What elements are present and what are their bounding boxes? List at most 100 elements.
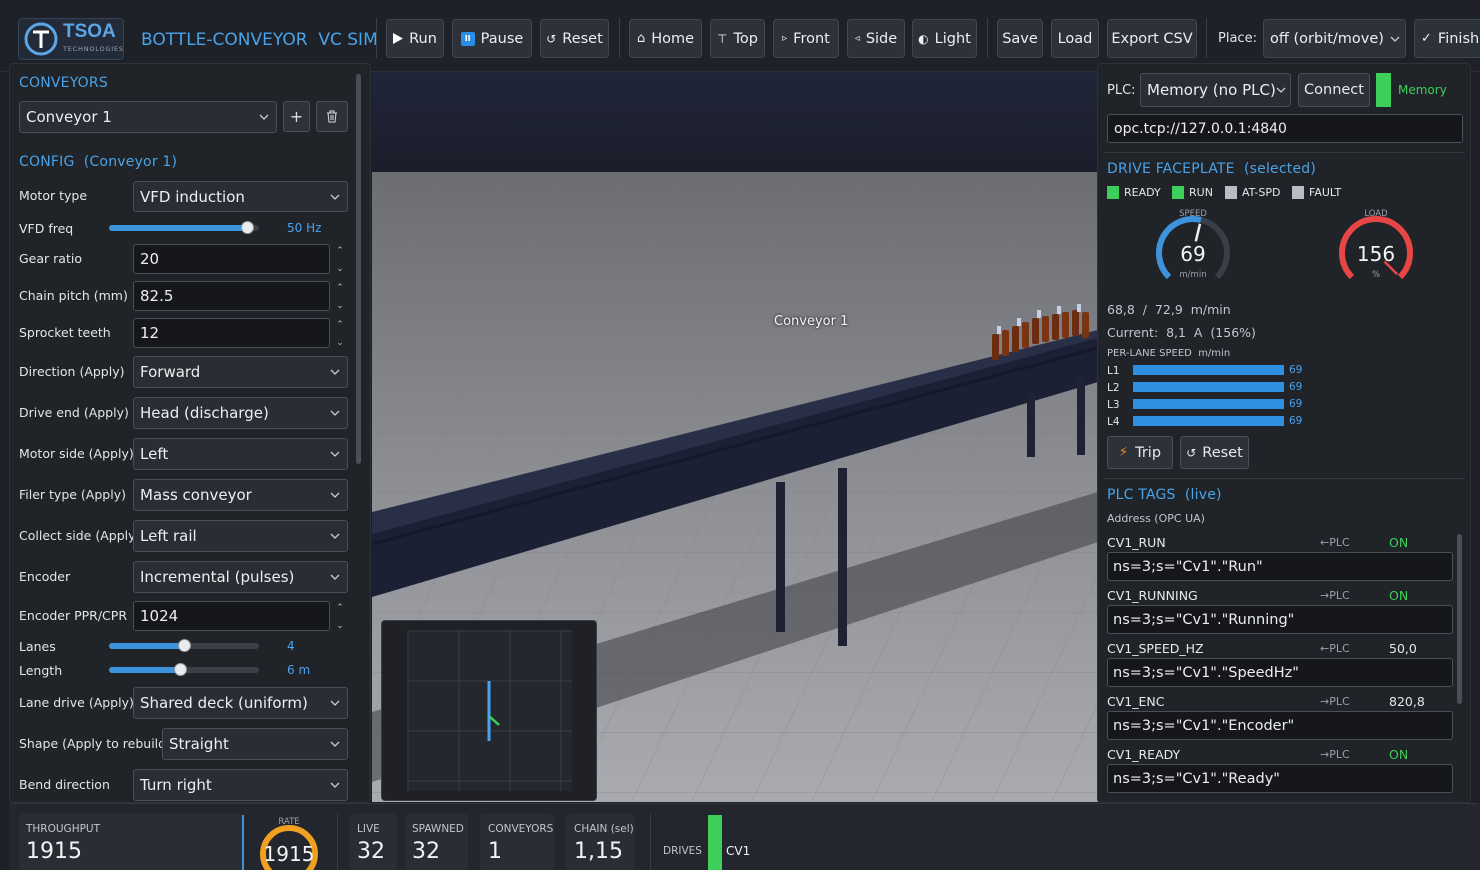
lane-drive-select[interactable]: Shared deck (uniform) [133, 687, 348, 719]
direction-label: Direction (Apply) [19, 364, 125, 379]
motor-type-select[interactable]: VFD induction [133, 181, 348, 212]
chevron-down-icon [329, 407, 341, 419]
gear-ratio-stepper[interactable]: ⌃ ⌄ [333, 246, 347, 274]
lane-3-label: L3 [1107, 399, 1120, 411]
chevron-down-icon [329, 366, 341, 378]
tag-address-input[interactable]: ns=3;s="Cv1"."Encoder" [1107, 711, 1453, 740]
tag-address-input[interactable]: ns=3;s="Cv1"."Run" [1107, 552, 1453, 581]
direction-select[interactable]: Forward [133, 356, 348, 388]
conveyor-3d-label: Conveyor 1 [774, 314, 849, 329]
drive-reset-button[interactable]: ↺ Reset [1180, 436, 1249, 469]
plc-mode-select[interactable]: Memory (no PLC) [1140, 73, 1291, 107]
plc-status-text: Memory [1398, 83, 1447, 97]
drive-status-indicator [708, 815, 722, 870]
throughput-marker [242, 815, 244, 870]
save-button[interactable]: Save [997, 19, 1043, 58]
endpoint-input[interactable]: opc.tcp://127.0.0.1:4840 [1107, 114, 1463, 143]
export-csv-button[interactable]: Export CSV [1107, 19, 1197, 58]
vfd-freq-fill [109, 225, 247, 231]
drive-name[interactable]: CV1 [726, 844, 750, 858]
length-thumb[interactable] [173, 663, 187, 676]
encoder-select[interactable]: Incremental (pulses) [133, 561, 348, 593]
vfd-freq-thumb[interactable] [241, 221, 254, 234]
delete-conveyor-button[interactable] [316, 101, 348, 132]
conveyors-label: CONVEYORS [488, 823, 554, 835]
conveyor-leg [1077, 377, 1085, 455]
conveyors-header: CONVEYORS [19, 75, 108, 91]
pause-button[interactable]: II Pause [452, 19, 532, 58]
lane-2-speed-bar [1133, 382, 1284, 392]
tag-direction: ←PLC [1320, 536, 1350, 549]
chevron-down-icon [329, 191, 341, 203]
pause-icon: II [460, 31, 475, 46]
chevron-up-icon: ⌃ [336, 246, 344, 256]
tag-value: ON [1389, 588, 1409, 603]
panel-divider [1103, 478, 1465, 479]
trip-button[interactable]: ⚡ Trip [1107, 436, 1173, 469]
left-scrollbar[interactable] [356, 74, 361, 464]
panel-divider [1103, 152, 1465, 153]
encoder-ppr-input[interactable]: 1024 [133, 601, 330, 631]
motor-side-select[interactable]: Left [133, 438, 348, 470]
live-label: LIVE [357, 823, 380, 835]
sky [372, 72, 1098, 182]
shape-select[interactable]: Straight [162, 728, 348, 760]
top-view-button[interactable]: ⊤ Top [710, 19, 765, 58]
toolbar-divider [619, 18, 620, 58]
tag-address-input[interactable]: ns=3;s="Cv1"."Ready" [1107, 764, 1453, 793]
vfd-freq-slider[interactable] [109, 225, 259, 231]
gear-ratio-input[interactable]: 20 [133, 244, 330, 274]
run-label: Run [409, 30, 437, 47]
light-label: Light [934, 30, 971, 47]
minimap-grid [407, 630, 572, 791]
drive-reset-label: Reset [1202, 444, 1243, 461]
encoder-value: Incremental (pulses) [140, 568, 295, 586]
bend-direction-select[interactable]: Turn right [133, 769, 348, 801]
tag-address-input[interactable]: ns=3;s="Cv1"."SpeedHz" [1107, 658, 1453, 687]
connect-button[interactable]: Connect [1298, 73, 1370, 107]
pause-label: Pause [480, 30, 524, 47]
place-mode-value: off (orbit/move) [1270, 30, 1384, 47]
faceplate-header: DRIVE FACEPLATE (selected) [1107, 161, 1317, 177]
length-label: Length [19, 663, 63, 678]
drive-end-value: Head (discharge) [140, 404, 269, 422]
front-view-button[interactable]: ▹ Front [773, 19, 839, 58]
chevron-down-icon [1276, 84, 1286, 96]
finish-button[interactable]: ✓ Finish [1414, 19, 1480, 58]
sprocket-teeth-stepper[interactable]: ⌃ ⌄ [333, 320, 347, 348]
load-button[interactable]: Load [1051, 19, 1099, 58]
check-icon: ✓ [1421, 31, 1432, 46]
add-conveyor-button[interactable]: + [283, 101, 310, 132]
load-label: Load [1057, 30, 1093, 47]
tag-direction: ←PLC [1320, 642, 1350, 655]
tag-value: ON [1389, 747, 1409, 762]
tag-address-value: ns=3;s="Cv1"."Encoder" [1113, 717, 1295, 734]
filer-type-select[interactable]: Mass conveyor [133, 479, 348, 511]
tag-address-input[interactable]: ns=3;s="Cv1"."Running" [1107, 605, 1453, 634]
home-view-button[interactable]: ⌂ Home [629, 19, 702, 58]
light-toggle-button[interactable]: ◐ Light [912, 19, 977, 58]
minimap[interactable] [381, 620, 597, 801]
chain-pitch-stepper[interactable]: ⌃ ⌄ [333, 283, 347, 311]
lane-drive-label: Lane drive (Apply) [19, 695, 134, 710]
chevron-down-icon [1390, 33, 1400, 45]
finish-label: Finish [1437, 30, 1480, 47]
conveyor-select[interactable]: Conveyor 1 [19, 101, 277, 133]
plc-mode-value: Memory (no PLC) [1147, 81, 1276, 99]
right-scrollbar[interactable] [1457, 534, 1462, 704]
place-mode-select[interactable]: off (orbit/move) [1263, 19, 1406, 58]
chain-pitch-input[interactable]: 82.5 [133, 281, 330, 311]
sprocket-teeth-input[interactable]: 12 [133, 318, 330, 348]
chevron-down-icon: ⌄ [336, 301, 344, 311]
collect-side-select[interactable]: Left rail [133, 520, 348, 552]
side-view-button[interactable]: ◃ Side [847, 19, 905, 58]
tag-name: CV1_SPEED_HZ [1107, 641, 1204, 656]
tag-direction: →PLC [1320, 748, 1350, 761]
drive-end-select[interactable]: Head (discharge) [133, 397, 348, 429]
bottom-divider [650, 814, 651, 870]
run-button[interactable]: Run [386, 19, 444, 58]
lanes-thumb[interactable] [178, 639, 191, 652]
shape-value: Straight [169, 735, 229, 753]
reset-button[interactable]: ↺ Reset [540, 19, 609, 58]
encoder-ppr-stepper[interactable]: ⌃ ⌄ [333, 603, 347, 631]
